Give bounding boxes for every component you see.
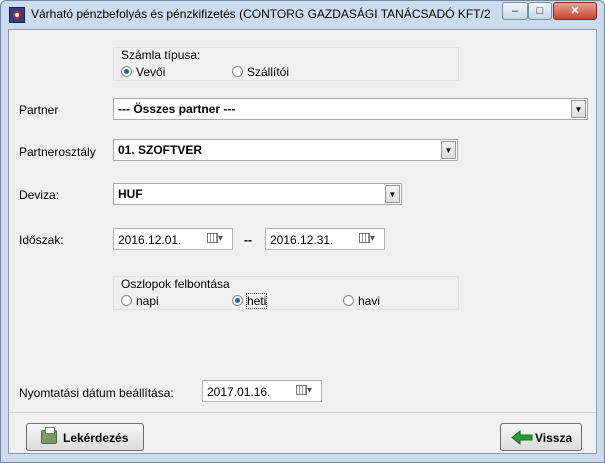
query-button-label: Lekérdezés [63,431,129,445]
footer-divider [9,412,596,413]
calendar-icon[interactable]: ▾ [359,233,381,246]
radio-invoice-supplier[interactable]: Szállítói [232,65,289,79]
period-from-value: 2016.12.01. [118,233,182,247]
dialog-body: Számla típusa: Vevői Szállítói Partner -… [8,29,597,454]
calendar-icon[interactable]: ▾ [296,385,318,398]
chevron-down-icon[interactable]: ▼ [441,141,456,159]
radio-breakdown-weekly[interactable]: heti [232,293,268,309]
radio-indicator [121,295,132,306]
radio-label: Szállítói [247,65,290,79]
radio-indicator [232,66,243,77]
breakdown-group: Oszlopok felbontása napi heti havi [113,276,459,310]
period-separator: -- [244,233,252,247]
radio-breakdown-monthly[interactable]: havi [343,294,380,308]
invoice-type-label: Számla típusa: [121,48,201,62]
currency-value: HUF [118,187,143,201]
print-date-value: 2017.01.16. [207,385,271,399]
chevron-down-icon[interactable]: ▼ [571,100,586,118]
currency-select[interactable]: HUF ▼ [113,183,402,205]
radio-indicator [232,295,243,306]
radio-indicator [121,66,132,77]
printer-icon [41,427,57,444]
partner-class-select[interactable]: 01. SZOFTVER ▼ [113,139,458,161]
app-icon [9,7,25,23]
back-button[interactable]: Vissza [500,423,582,451]
title-bar[interactable]: Várható pénzbefolyás és pénzkifizetés (C… [1,1,604,29]
radio-label: napi [136,294,159,308]
radio-label: heti [245,293,268,309]
radio-indicator [343,295,354,306]
partner-select[interactable]: --- Összes partner --- ▼ [113,98,588,120]
currency-label: Deviza: [19,188,60,202]
maximize-button[interactable]: □ [528,2,552,20]
print-date-label: Nyomtatási dátum beállítása: [19,386,174,400]
partner-class-label: Partnerosztály [19,145,96,159]
period-to-field[interactable]: 2016.12.31. ▾ [265,228,385,250]
partner-class-value: 01. SZOFTVER [118,143,203,157]
period-to-value: 2016.12.31. [270,233,334,247]
back-arrow-icon [511,430,533,445]
radio-invoice-customer[interactable]: Vevői [121,65,165,79]
close-button[interactable]: ✕ [553,2,597,20]
period-label: Időszak: [19,233,64,247]
partner-value: --- Összes partner --- [118,102,236,116]
chevron-down-icon[interactable]: ▼ [385,185,400,203]
print-date-field[interactable]: 2017.01.16. ▾ [202,380,322,402]
query-button[interactable]: Lekérdezés [26,423,144,451]
invoice-type-group: Számla típusa: Vevői Szállítói [113,47,459,81]
breakdown-label: Oszlopok felbontása [121,277,230,291]
radio-breakdown-daily[interactable]: napi [121,294,159,308]
radio-label: havi [358,294,381,308]
window-title: Várható pénzbefolyás és pénzkifizetés (C… [31,7,491,21]
minimize-button[interactable]: – [502,2,528,20]
period-from-field[interactable]: 2016.12.01. ▾ [113,228,233,250]
calendar-icon[interactable]: ▾ [207,233,229,246]
partner-label: Partner [19,103,59,117]
back-button-label: Vissza [535,431,573,445]
radio-label: Vevői [136,65,166,79]
dialog-window: Várható pénzbefolyás és pénzkifizetés (C… [0,0,605,463]
